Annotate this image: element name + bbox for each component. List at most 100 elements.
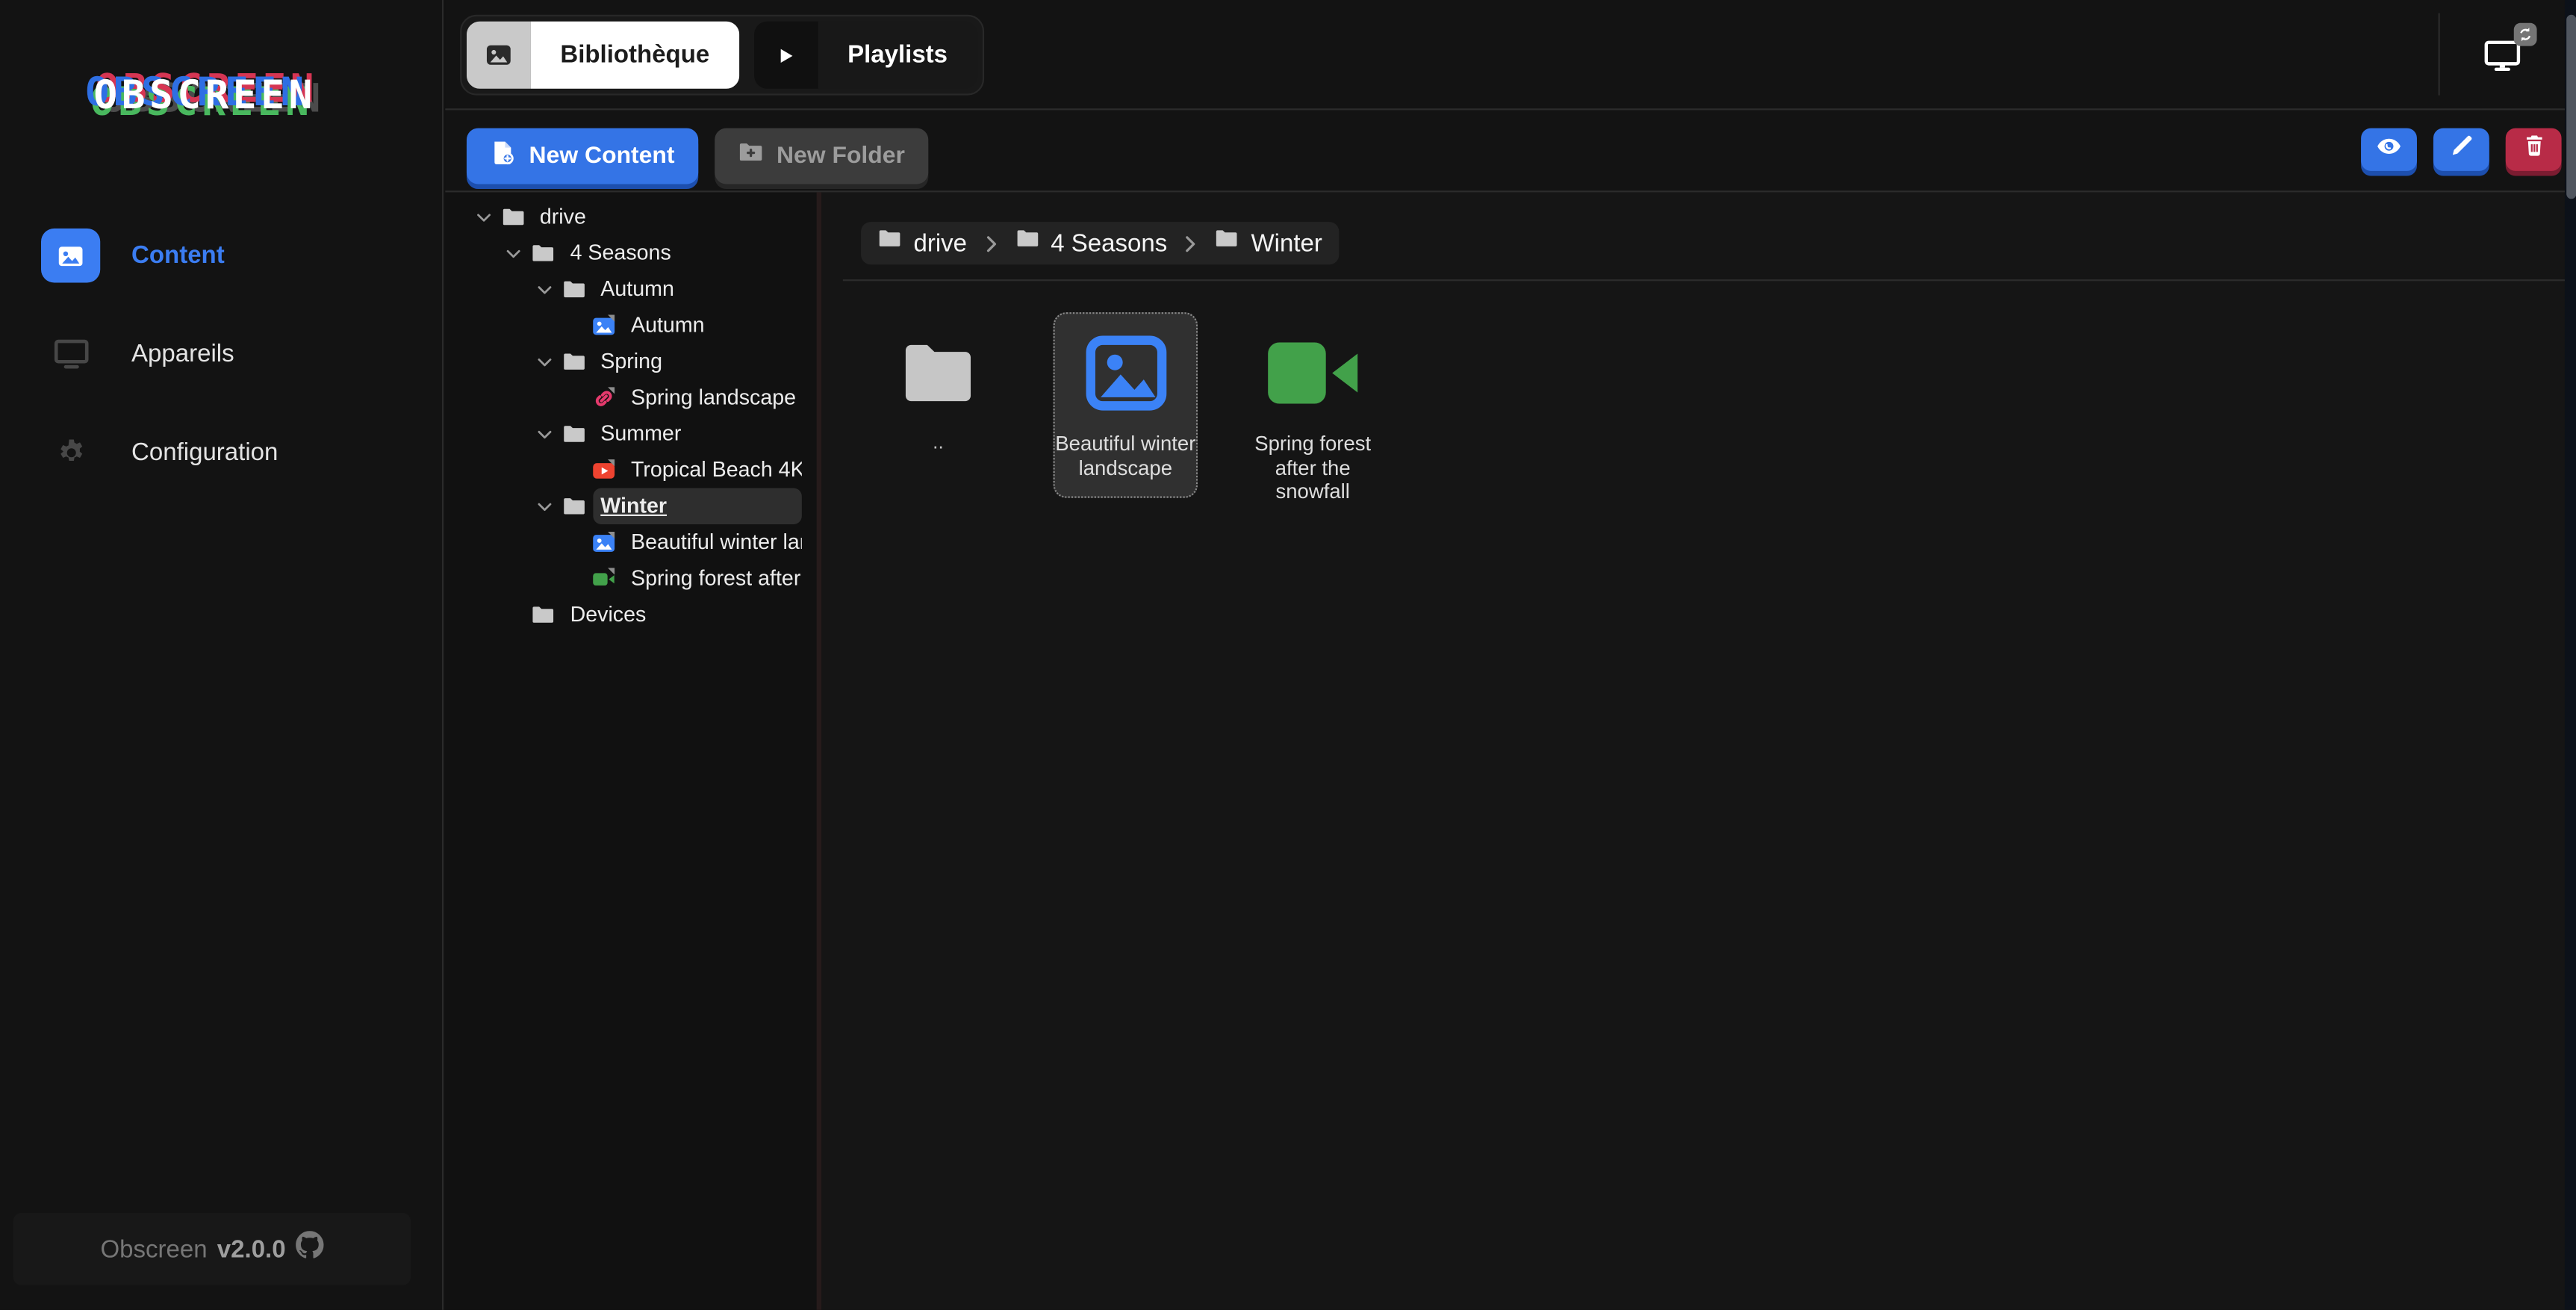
sidebar-item-appareils[interactable]: Appareils [0, 327, 442, 382]
image-icon [591, 313, 616, 338]
pencil-button[interactable] [2433, 128, 2489, 171]
tree-item[interactable]: Spring forest after the snowfall [445, 560, 816, 596]
file-tile[interactable]: Beautiful winter landscape [1054, 312, 1198, 498]
chevron-down-icon[interactable] [535, 280, 561, 298]
tab-playlists[interactable]: Playlists [754, 22, 977, 89]
tree-item[interactable]: Devices [445, 597, 816, 633]
folder-icon [561, 277, 585, 302]
file-plus-icon [490, 140, 516, 173]
tree-item-labelwrap: Tropical Beach 4K Relaxa [623, 452, 802, 488]
tree-item-label: Spring [600, 349, 662, 373]
breadcrumb-label: 4 Seasons [1051, 229, 1167, 257]
chevron-down-icon[interactable] [474, 208, 500, 226]
file-tile-label: Beautiful winter landscape [1055, 432, 1196, 480]
play-icon [754, 22, 818, 89]
chevron-down-icon[interactable] [535, 497, 561, 515]
new-content-label: New Content [529, 143, 675, 169]
screen-status-button[interactable] [2484, 40, 2520, 72]
tree-item-label: Devices [570, 601, 647, 626]
item-actions [2361, 128, 2561, 171]
eye-icon [2376, 132, 2402, 167]
tree-item[interactable]: Autumn [445, 307, 816, 343]
tab-label: Playlists [818, 22, 977, 89]
tree-item-label: 4 Seasons [570, 240, 671, 264]
folder-icon [561, 421, 585, 446]
tree-item[interactable]: Tropical Beach 4K Relaxa [445, 452, 816, 488]
new-folder-button[interactable]: New Folder [714, 128, 927, 184]
sidebar: OBSCREEN Content Appareils Configuration O… [0, 0, 444, 1310]
breadcrumb-label: drive [913, 229, 967, 257]
breadcrumb-item[interactable]: 4 Seasons [1015, 227, 1167, 260]
eye-button[interactable] [2361, 128, 2417, 171]
sidebar-item-label: Configuration [131, 439, 278, 467]
trash-icon [2521, 133, 2546, 166]
gear-icon [41, 426, 100, 480]
app-version: v2.0.0 [217, 1235, 286, 1263]
chevron-down-icon[interactable] [505, 244, 531, 262]
tree-item[interactable]: Spring [445, 344, 816, 379]
version-footer[interactable]: Obscreen v2.0.0 [13, 1213, 411, 1285]
folder-icon [892, 327, 984, 419]
breadcrumb-item[interactable]: Winter [1215, 227, 1322, 260]
new-content-button[interactable]: New Content [467, 128, 697, 184]
tree-item[interactable]: drive [445, 199, 816, 235]
monitor-icon [41, 327, 100, 382]
sidebar-item-label: Appareils [131, 341, 234, 368]
video-icon [591, 566, 616, 591]
page-scrollbar [2565, 0, 2576, 1310]
content-area: drive 4 Seasons Autumn Autumn Spring Spring l… [445, 192, 2576, 1309]
tree-item[interactable]: Summer [445, 416, 816, 452]
folder-icon [877, 227, 902, 260]
folder-icon [1215, 227, 1239, 260]
topbar-divider [2439, 13, 2440, 96]
sidebar-item-content[interactable]: Content [0, 229, 442, 283]
tab-bibliothèque[interactable]: Bibliothèque [467, 22, 739, 89]
file-grid: .. Beautiful winter landscape Spring fores… [866, 312, 2576, 522]
tree-item[interactable]: Spring landscape from sh [445, 379, 816, 415]
tab-label: Bibliothèque [531, 22, 739, 89]
trash-button[interactable] [2506, 128, 2562, 171]
app-name: Obscreen [100, 1235, 207, 1263]
tree-item-label: Spring landscape from sh [631, 385, 802, 409]
tree-item-label: Autumn [600, 276, 674, 301]
new-folder-label: New Folder [777, 143, 905, 169]
tree-item[interactable]: 4 Seasons [445, 235, 816, 271]
breadcrumb: drive 4 Seasons Winter [861, 222, 1339, 264]
main-region: Bibliothèque Playlists New Content New Fo… [445, 0, 2576, 1310]
folder-icon [531, 240, 556, 265]
app-logo: OBSCREEN [93, 72, 316, 119]
image-icon [591, 530, 616, 555]
folder-plus-icon [737, 140, 763, 173]
breadcrumb-label: Winter [1251, 229, 1322, 257]
tree-item-labelwrap: Beautiful winter landscape [623, 524, 802, 560]
view-tabs: Bibliothèque Playlists [460, 15, 983, 96]
tree-item-label: drive [540, 204, 586, 229]
toolbar: New Content New Folder [445, 110, 2576, 192]
tree-item-labelwrap: Summer [592, 416, 802, 452]
folder-icon [561, 494, 585, 518]
chevron-down-icon[interactable] [535, 425, 561, 443]
breadcrumb-divider [843, 279, 2569, 281]
folder-icon [531, 602, 556, 627]
tree-item-label: Autumn [631, 312, 705, 337]
breadcrumb-item[interactable]: drive [877, 227, 967, 260]
chevron-right-icon [980, 232, 1002, 254]
tree-item-label: Spring forest after the snowfall [631, 565, 802, 590]
tree-item[interactable]: Winter [445, 488, 816, 524]
tree-item-label: Beautiful winter landscape [631, 530, 802, 554]
sidebar-item-label: Content [131, 241, 225, 269]
parent-folder-tile[interactable]: .. [866, 312, 1011, 473]
tree-item-labelwrap: Devices [562, 597, 802, 633]
scrollbar-thumb[interactable] [2566, 15, 2575, 199]
tree-item-labelwrap: drive [532, 199, 802, 235]
github-icon[interactable] [296, 1231, 323, 1267]
refresh-badge [2514, 23, 2537, 46]
tree-item[interactable]: Autumn [445, 271, 816, 307]
chevron-down-icon[interactable] [535, 353, 561, 370]
sidebar-item-configuration[interactable]: Configuration [0, 426, 442, 480]
image-icon [41, 229, 100, 283]
tree-item-labelwrap: Spring landscape from sh [623, 379, 802, 415]
file-tile[interactable]: Spring forest after the snowfall [1240, 312, 1385, 522]
tree-item[interactable]: Beautiful winter landscape [445, 524, 816, 560]
tree-item-labelwrap: Winter [592, 488, 802, 524]
